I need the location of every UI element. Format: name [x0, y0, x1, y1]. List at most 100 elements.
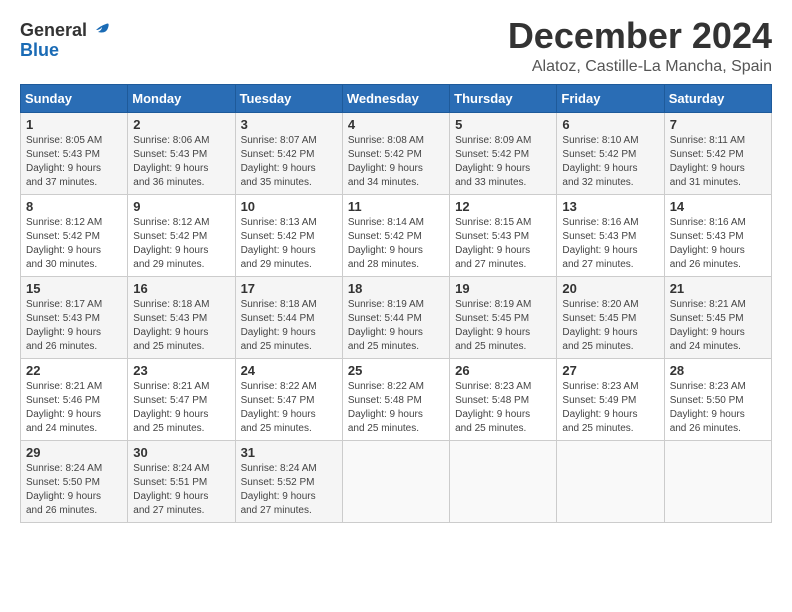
calendar-cell: 6 Sunrise: 8:10 AM Sunset: 5:42 PM Daylig… — [557, 112, 664, 194]
day-detail: Sunrise: 8:14 AM Sunset: 5:42 PM Dayligh… — [348, 216, 444, 272]
day-number: 28 — [670, 363, 766, 378]
location: Alatoz, Castille-La Mancha, Spain — [508, 58, 772, 76]
day-number: 12 — [455, 199, 551, 214]
calendar-cell: 1 Sunrise: 8:05 AM Sunset: 5:43 PM Daylig… — [21, 112, 128, 194]
day-detail: Sunrise: 8:21 AM Sunset: 5:45 PM Dayligh… — [670, 298, 766, 354]
day-detail: Sunrise: 8:21 AM Sunset: 5:46 PM Dayligh… — [26, 380, 122, 436]
calendar-cell: 26 Sunrise: 8:23 AM Sunset: 5:48 PM Dayli… — [450, 358, 557, 440]
day-number: 14 — [670, 199, 766, 214]
day-number: 19 — [455, 281, 551, 296]
day-number: 18 — [348, 281, 444, 296]
calendar-cell: 18 Sunrise: 8:19 AM Sunset: 5:44 PM Dayli… — [342, 276, 449, 358]
calendar-cell: 15 Sunrise: 8:17 AM Sunset: 5:43 PM Dayli… — [21, 276, 128, 358]
day-detail: Sunrise: 8:23 AM Sunset: 5:48 PM Dayligh… — [455, 380, 551, 436]
day-number: 24 — [241, 363, 337, 378]
calendar-cell: 14Sunrise: 8:16 AM Sunset: 5:43 PM Dayli… — [664, 194, 771, 276]
logo-bird-icon — [88, 20, 110, 42]
day-detail: Sunrise: 8:09 AM Sunset: 5:42 PM Dayligh… — [455, 134, 551, 190]
day-number: 2 — [133, 117, 229, 132]
day-number: 10 — [241, 199, 337, 214]
calendar-cell — [664, 440, 771, 522]
day-detail: Sunrise: 8:18 AM Sunset: 5:44 PM Dayligh… — [241, 298, 337, 354]
day-detail: Sunrise: 8:21 AM Sunset: 5:47 PM Dayligh… — [133, 380, 229, 436]
calendar-header-sunday: Sunday — [21, 84, 128, 112]
day-number: 21 — [670, 281, 766, 296]
calendar-cell: 31Sunrise: 8:24 AM Sunset: 5:52 PM Dayli… — [235, 440, 342, 522]
calendar-cell: 24 Sunrise: 8:22 AM Sunset: 5:47 PM Dayli… — [235, 358, 342, 440]
day-number: 15 — [26, 281, 122, 296]
day-detail: Sunrise: 8:10 AM Sunset: 5:42 PM Dayligh… — [562, 134, 658, 190]
calendar-cell: 20 Sunrise: 8:20 AM Sunset: 5:45 PM Dayli… — [557, 276, 664, 358]
calendar-cell — [450, 440, 557, 522]
calendar-cell: 25 Sunrise: 8:22 AM Sunset: 5:48 PM Dayli… — [342, 358, 449, 440]
calendar-cell: 4Sunrise: 8:08 AM Sunset: 5:42 PM Daylig… — [342, 112, 449, 194]
day-detail: Sunrise: 8:11 AM Sunset: 5:42 PM Dayligh… — [670, 134, 766, 190]
calendar-cell — [557, 440, 664, 522]
day-detail: Sunrise: 8:24 AM Sunset: 5:51 PM Dayligh… — [133, 462, 229, 518]
header: General Blue December 2024 Alatoz, Casti… — [20, 16, 772, 76]
day-detail: Sunrise: 8:08 AM Sunset: 5:42 PM Dayligh… — [348, 134, 444, 190]
page-container: General Blue December 2024 Alatoz, Casti… — [0, 0, 792, 533]
day-number: 20 — [562, 281, 658, 296]
calendar-cell: 23 Sunrise: 8:21 AM Sunset: 5:47 PM Dayli… — [128, 358, 235, 440]
calendar-week-row: 15 Sunrise: 8:17 AM Sunset: 5:43 PM Dayli… — [21, 276, 772, 358]
day-number: 5 — [455, 117, 551, 132]
day-detail: Sunrise: 8:18 AM Sunset: 5:43 PM Dayligh… — [133, 298, 229, 354]
title-block: December 2024 Alatoz, Castille-La Mancha… — [508, 16, 772, 76]
calendar-header-wednesday: Wednesday — [342, 84, 449, 112]
day-detail: Sunrise: 8:20 AM Sunset: 5:45 PM Dayligh… — [562, 298, 658, 354]
calendar-cell: 19Sunrise: 8:19 AM Sunset: 5:45 PM Dayli… — [450, 276, 557, 358]
calendar-header-friday: Friday — [557, 84, 664, 112]
day-number: 25 — [348, 363, 444, 378]
day-number: 3 — [241, 117, 337, 132]
day-detail: Sunrise: 8:05 AM Sunset: 5:43 PM Dayligh… — [26, 134, 122, 190]
day-number: 8 — [26, 199, 122, 214]
calendar-header-row: SundayMondayTuesdayWednesdayThursdayFrid… — [21, 84, 772, 112]
calendar-header-saturday: Saturday — [664, 84, 771, 112]
day-number: 31 — [241, 445, 337, 460]
day-number: 23 — [133, 363, 229, 378]
calendar-cell: 9Sunrise: 8:12 AM Sunset: 5:42 PM Daylig… — [128, 194, 235, 276]
calendar-cell: 29Sunrise: 8:24 AM Sunset: 5:50 PM Dayli… — [21, 440, 128, 522]
day-detail: Sunrise: 8:17 AM Sunset: 5:43 PM Dayligh… — [26, 298, 122, 354]
day-detail: Sunrise: 8:23 AM Sunset: 5:50 PM Dayligh… — [670, 380, 766, 436]
calendar-cell: 10 Sunrise: 8:13 AM Sunset: 5:42 PM Dayli… — [235, 194, 342, 276]
day-detail: Sunrise: 8:07 AM Sunset: 5:42 PM Dayligh… — [241, 134, 337, 190]
day-detail: Sunrise: 8:19 AM Sunset: 5:44 PM Dayligh… — [348, 298, 444, 354]
day-number: 16 — [133, 281, 229, 296]
day-detail: Sunrise: 8:22 AM Sunset: 5:48 PM Dayligh… — [348, 380, 444, 436]
logo: General Blue — [20, 20, 111, 61]
logo-text: General — [20, 20, 111, 42]
calendar-cell: 22 Sunrise: 8:21 AM Sunset: 5:46 PM Dayli… — [21, 358, 128, 440]
day-detail: Sunrise: 8:23 AM Sunset: 5:49 PM Dayligh… — [562, 380, 658, 436]
day-detail: Sunrise: 8:06 AM Sunset: 5:43 PM Dayligh… — [133, 134, 229, 190]
calendar-cell: 27Sunrise: 8:23 AM Sunset: 5:49 PM Dayli… — [557, 358, 664, 440]
calendar-header-monday: Monday — [128, 84, 235, 112]
calendar-cell: 16 Sunrise: 8:18 AM Sunset: 5:43 PM Dayli… — [128, 276, 235, 358]
calendar-cell — [342, 440, 449, 522]
day-number: 22 — [26, 363, 122, 378]
calendar-week-row: 22 Sunrise: 8:21 AM Sunset: 5:46 PM Dayli… — [21, 358, 772, 440]
calendar-week-row: 1 Sunrise: 8:05 AM Sunset: 5:43 PM Daylig… — [21, 112, 772, 194]
day-detail: Sunrise: 8:12 AM Sunset: 5:42 PM Dayligh… — [133, 216, 229, 272]
calendar-cell: 17 Sunrise: 8:18 AM Sunset: 5:44 PM Dayli… — [235, 276, 342, 358]
calendar-cell: 30Sunrise: 8:24 AM Sunset: 5:51 PM Dayli… — [128, 440, 235, 522]
calendar-table: SundayMondayTuesdayWednesdayThursdayFrid… — [20, 84, 772, 523]
day-number: 6 — [562, 117, 658, 132]
calendar-week-row: 8 Sunrise: 8:12 AM Sunset: 5:42 PM Daylig… — [21, 194, 772, 276]
calendar-week-row: 29Sunrise: 8:24 AM Sunset: 5:50 PM Dayli… — [21, 440, 772, 522]
day-detail: Sunrise: 8:22 AM Sunset: 5:47 PM Dayligh… — [241, 380, 337, 436]
day-detail: Sunrise: 8:24 AM Sunset: 5:50 PM Dayligh… — [26, 462, 122, 518]
day-detail: Sunrise: 8:13 AM Sunset: 5:42 PM Dayligh… — [241, 216, 337, 272]
day-number: 11 — [348, 199, 444, 214]
calendar-cell: 7Sunrise: 8:11 AM Sunset: 5:42 PM Daylig… — [664, 112, 771, 194]
calendar-cell: 8 Sunrise: 8:12 AM Sunset: 5:42 PM Daylig… — [21, 194, 128, 276]
day-number: 26 — [455, 363, 551, 378]
month-title: December 2024 — [508, 16, 772, 56]
day-detail: Sunrise: 8:12 AM Sunset: 5:42 PM Dayligh… — [26, 216, 122, 272]
day-detail: Sunrise: 8:16 AM Sunset: 5:43 PM Dayligh… — [562, 216, 658, 272]
calendar-header-thursday: Thursday — [450, 84, 557, 112]
day-number: 17 — [241, 281, 337, 296]
day-number: 1 — [26, 117, 122, 132]
calendar-cell: 11 Sunrise: 8:14 AM Sunset: 5:42 PM Dayli… — [342, 194, 449, 276]
